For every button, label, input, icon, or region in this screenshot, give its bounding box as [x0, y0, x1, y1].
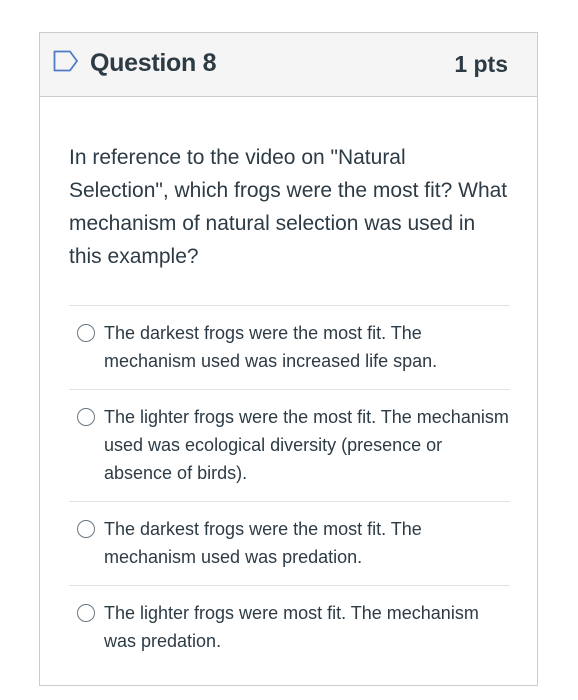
answer-label: The darkest frogs were the most fit. The… [104, 519, 422, 567]
question-points: 1 pts [454, 51, 508, 77]
flag-outline-icon[interactable] [53, 50, 79, 72]
answer-option[interactable]: The lighter frogs were the most fit. The… [69, 389, 510, 501]
radio-button[interactable] [77, 604, 95, 622]
answer-option[interactable]: The darkest frogs were the most fit. The… [69, 305, 510, 389]
question-text: In reference to the video on "Natural Se… [69, 146, 508, 268]
answer-list: The darkest frogs were the most fit. The… [69, 305, 510, 669]
radio-button[interactable] [77, 324, 95, 342]
answer-label: The lighter frogs were most fit. The mec… [104, 603, 479, 651]
question-header: Question 8 1 pts [40, 33, 537, 97]
answer-option[interactable]: The darkest frogs were the most fit. The… [69, 501, 510, 585]
question-card: Question 8 1 pts In reference to the vid… [39, 32, 538, 686]
question-title: Question 8 [90, 49, 217, 77]
radio-button[interactable] [77, 408, 95, 426]
answer-label: The lighter frogs were the most fit. The… [104, 407, 509, 483]
answer-label: The darkest frogs were the most fit. The… [104, 323, 438, 371]
answer-option[interactable]: The lighter frogs were most fit. The mec… [69, 585, 510, 669]
radio-button[interactable] [77, 520, 95, 538]
